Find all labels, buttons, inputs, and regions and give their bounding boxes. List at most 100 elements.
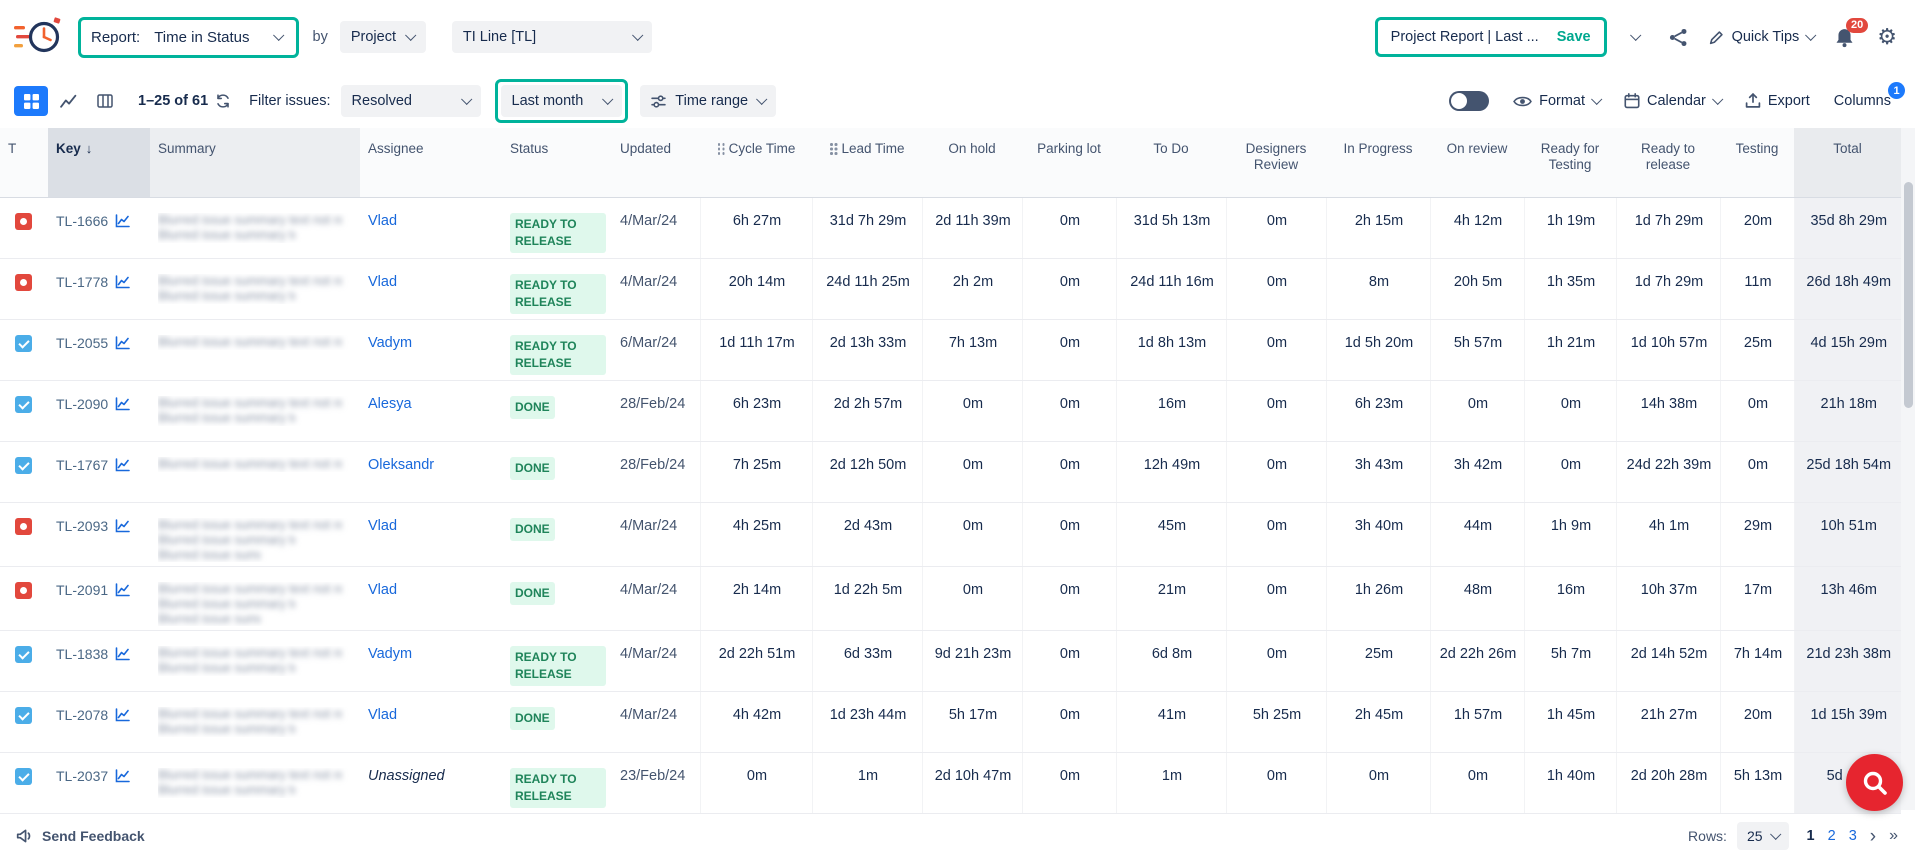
column-header-parking-lot[interactable]: Parking lot: [1022, 128, 1116, 198]
issue-chart-icon[interactable]: [115, 769, 130, 783]
issue-chart-icon[interactable]: [115, 275, 130, 289]
issue-key-link[interactable]: TL-1767: [56, 457, 108, 473]
assignee-link[interactable]: Vadym: [368, 646, 412, 662]
column-header-total[interactable]: Total: [1794, 128, 1901, 198]
calendar-button[interactable]: Calendar: [1624, 93, 1721, 109]
time-cell-designers-review: 5h 25m: [1226, 692, 1326, 753]
issue-key-link[interactable]: TL-2091: [56, 582, 108, 598]
page-button-2[interactable]: 2: [1828, 828, 1836, 844]
column-header-ready-for-testing[interactable]: Ready for Testing: [1524, 128, 1616, 198]
project-select[interactable]: TI Line [TL]: [452, 21, 652, 53]
issue-chart-icon[interactable]: [115, 458, 130, 472]
group-by-select[interactable]: Project: [340, 21, 426, 53]
assignee-link[interactable]: Vadym: [368, 335, 412, 351]
pagination-pages: 123: [1807, 828, 1857, 844]
report-type-select[interactable]: Time in Status: [150, 25, 285, 50]
scrollbar-thumb[interactable]: [1904, 182, 1913, 408]
drag-handle-icon[interactable]: [717, 142, 726, 155]
issue-key-link[interactable]: TL-1778: [56, 274, 108, 290]
issue-chart-icon[interactable]: [115, 336, 130, 350]
column-header-lead-time[interactable]: Lead Time: [812, 128, 922, 198]
page-button-3[interactable]: 3: [1849, 828, 1857, 844]
status-filter-select[interactable]: Resolved: [341, 85, 481, 117]
assignee-link[interactable]: Vlad: [368, 582, 397, 598]
column-header-ready-to-release[interactable]: Ready to release: [1616, 128, 1720, 198]
issue-chart-icon[interactable]: [115, 708, 130, 722]
saved-report-dropdown-button[interactable]: [1617, 19, 1653, 55]
export-button[interactable]: Export: [1745, 93, 1810, 109]
issue-key-link[interactable]: TL-2055: [56, 335, 108, 351]
assignee-link[interactable]: Oleksandr: [368, 457, 434, 473]
app-logo-icon: [14, 16, 62, 58]
column-header-status[interactable]: Status: [502, 128, 612, 198]
issue-key-link[interactable]: TL-1666: [56, 213, 108, 229]
column-header-on-hold[interactable]: On hold: [922, 128, 1022, 198]
toggle-switch[interactable]: [1449, 91, 1489, 111]
time-cell-designers-review: 0m: [1226, 442, 1326, 503]
issue-key-link[interactable]: TL-2078: [56, 707, 108, 723]
time-cell-testing: 11m: [1720, 259, 1794, 320]
board-view-button[interactable]: [88, 86, 122, 116]
column-header-updated[interactable]: Updated: [612, 128, 700, 198]
save-button[interactable]: Save: [1557, 29, 1591, 45]
refresh-button[interactable]: [215, 93, 231, 109]
time-cell-ready-to-release: 4h 1m: [1616, 503, 1720, 567]
chevron-down-icon: [461, 93, 472, 104]
assignee-link[interactable]: Vlad: [368, 274, 397, 290]
rows-per-page-select[interactable]: 25: [1737, 822, 1789, 850]
time-cell-ready-for-testing: 1h 35m: [1524, 259, 1616, 320]
time-cell-parking-lot: 0m: [1022, 692, 1116, 753]
drag-handle-icon[interactable]: [829, 142, 838, 155]
notifications-button[interactable]: 20: [1834, 27, 1855, 48]
column-header-testing[interactable]: Testing: [1720, 128, 1794, 198]
issue-key-link[interactable]: TL-2090: [56, 396, 108, 412]
issue-chart-icon[interactable]: [115, 583, 130, 597]
chevron-down-icon: [632, 29, 643, 40]
assignee-link[interactable]: Vlad: [368, 518, 397, 534]
period-filter-select[interactable]: Last month: [501, 85, 623, 117]
assignee-link[interactable]: Vlad: [368, 707, 397, 723]
issue-key-link[interactable]: TL-1838: [56, 646, 108, 662]
chart-view-button[interactable]: [51, 86, 85, 116]
vertical-scrollbar[interactable]: [1901, 128, 1915, 810]
column-header-designers-review[interactable]: Designers Review: [1226, 128, 1326, 198]
issue-chart-icon[interactable]: [115, 647, 130, 661]
time-cell-ready-to-release: 2d 14h 52m: [1616, 631, 1720, 692]
column-header-in-progress[interactable]: In Progress: [1326, 128, 1430, 198]
issue-chart-icon[interactable]: [115, 519, 130, 533]
updated-date: 4/Mar/24: [612, 631, 700, 692]
send-feedback-button[interactable]: Send Feedback: [16, 828, 145, 844]
time-range-select[interactable]: Time range: [640, 85, 776, 117]
page-button-1[interactable]: 1: [1807, 828, 1815, 844]
issue-chart-icon[interactable]: [115, 397, 130, 411]
report-type-highlight: Report: Time in Status: [78, 17, 299, 58]
table-row: TL-1838 Blurred issue summary text not r…: [0, 631, 1901, 692]
column-header-key[interactable]: Key↓: [48, 128, 150, 198]
column-header-to-do[interactable]: To Do: [1116, 128, 1226, 198]
column-header-assignee[interactable]: Assignee: [360, 128, 502, 198]
assignee-link[interactable]: Alesya: [368, 396, 412, 412]
time-cell-to-do: 31d 5h 13m: [1116, 198, 1226, 259]
saved-report-name[interactable]: Project Report | Last ...: [1391, 29, 1539, 45]
column-header-type[interactable]: T: [0, 128, 48, 198]
time-cell-ready-for-testing: 1h 9m: [1524, 503, 1616, 567]
issue-key-link[interactable]: TL-2093: [56, 518, 108, 534]
issue-chart-icon[interactable]: [115, 214, 130, 228]
columns-button[interactable]: Columns 1: [1834, 93, 1895, 109]
quick-tips-button[interactable]: Quick Tips: [1708, 29, 1815, 46]
column-header-cycle-time[interactable]: Cycle Time: [700, 128, 812, 198]
column-header-summary[interactable]: Summary: [150, 128, 360, 198]
time-cell-to-do: 16m: [1116, 381, 1226, 442]
last-page-button[interactable]: »: [1889, 828, 1897, 844]
help-widget-button[interactable]: [1846, 754, 1903, 811]
assignee-link[interactable]: Vlad: [368, 213, 397, 229]
share-button[interactable]: [1665, 24, 1692, 51]
next-page-button[interactable]: ›: [1870, 827, 1876, 846]
time-cell-total: 1d 15h 39m: [1794, 692, 1901, 753]
column-header-on-review[interactable]: On review: [1430, 128, 1524, 198]
format-button[interactable]: Format: [1513, 93, 1600, 109]
issue-key-link[interactable]: TL-2037: [56, 768, 108, 784]
time-cell-on-review: 2d 22h 26m: [1430, 631, 1524, 692]
settings-gear-icon[interactable]: ⚙: [1877, 26, 1897, 48]
grid-view-button[interactable]: [14, 86, 48, 116]
